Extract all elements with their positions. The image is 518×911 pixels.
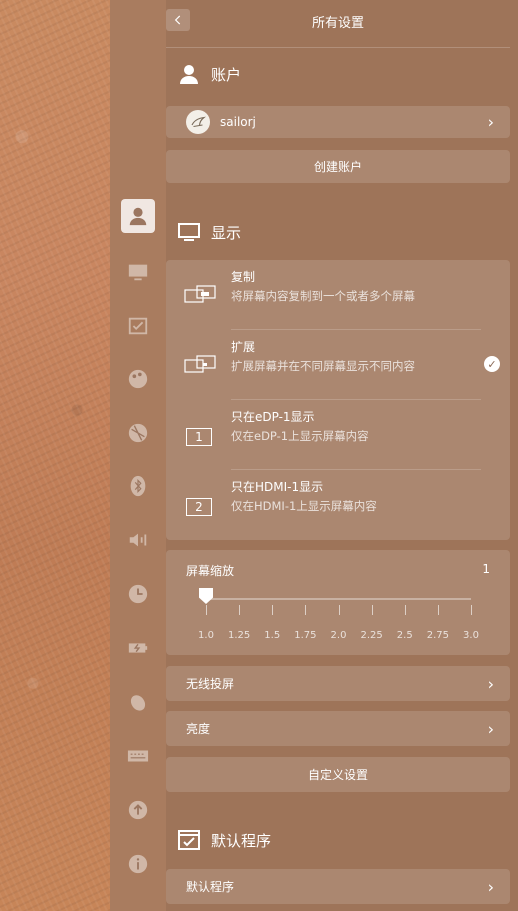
chevron-right-icon: › <box>487 877 494 896</box>
update-icon <box>128 800 148 820</box>
checkmark-icon: ✓ <box>484 356 500 372</box>
mode-title: 扩展 <box>231 340 256 354</box>
sidebar-account-icon[interactable] <box>121 199 155 233</box>
brightness-row[interactable]: 亮度 › <box>166 711 510 746</box>
display-section-icon <box>178 223 200 241</box>
display-icon <box>128 264 148 281</box>
info-icon <box>128 854 148 874</box>
mode-title: 只在HDMI-1显示 <box>231 480 324 494</box>
display-mode-edp1-only[interactable]: 1 只在eDP-1显示 仅在eDP-1上显示屏幕内容 <box>166 400 510 470</box>
sidebar-bluetooth-icon[interactable] <box>121 469 155 503</box>
scale-title: 屏幕缩放 <box>186 564 235 578</box>
header-divider <box>166 47 510 48</box>
sidebar-info-icon[interactable] <box>121 847 155 881</box>
scale-tick-label: 2.5 <box>396 630 413 641</box>
page-title: 所有设置 <box>311 16 364 31</box>
personalization-icon <box>128 369 148 389</box>
avatar-image-icon <box>191 116 207 128</box>
custom-settings-button[interactable]: 自定义设置 <box>166 757 510 792</box>
wallpaper <box>0 0 110 911</box>
extend-screens-icon <box>184 355 216 373</box>
default-apps-icon <box>128 317 148 335</box>
settings-sidebar <box>110 0 166 911</box>
scale-tick-label: 1.5 <box>264 630 281 641</box>
custom-settings-label: 自定义设置 <box>307 768 368 782</box>
mouse-icon <box>130 695 146 711</box>
screen-scale-panel: 屏幕缩放 1 1.0 1.25 1.5 1.75 2.0 2.25 2.5 2.75 3.0 <box>166 550 510 655</box>
power-icon <box>128 643 148 653</box>
account-section-label: 账户 <box>211 65 242 84</box>
default-apps-section-icon <box>178 830 200 850</box>
mirror-screens-icon <box>184 285 216 303</box>
scale-tick <box>471 605 472 615</box>
default-apps-row[interactable]: 默认程序 › <box>166 869 510 904</box>
user-account-row[interactable]: sailorj › <box>166 106 510 138</box>
mode-title: 复制 <box>231 270 256 284</box>
sidebar-mouse-icon[interactable] <box>121 685 155 719</box>
scale-tick-label: 2.0 <box>330 630 347 641</box>
mode-description: 扩展屏幕并在不同屏幕显示不同内容 <box>231 359 415 373</box>
datetime-icon <box>128 584 148 604</box>
scale-tick <box>404 605 406 615</box>
scale-tick-label: 1.25 <box>227 630 251 641</box>
scale-tick <box>437 605 439 615</box>
sidebar-datetime-icon[interactable] <box>121 577 155 611</box>
scale-tick <box>206 605 207 615</box>
scale-tick <box>272 605 274 615</box>
scale-tick <box>305 605 307 615</box>
scale-slider-thumb[interactable] <box>199 588 213 604</box>
sound-icon <box>129 533 147 547</box>
sidebar-power-icon[interactable] <box>121 631 155 665</box>
scale-tick <box>371 605 373 615</box>
mode-description: 仅在HDMI-1上显示屏幕内容 <box>231 499 377 513</box>
mode-description: 将屏幕内容复制到一个或者多个屏幕 <box>231 289 415 303</box>
wireless-projection-label: 无线投屏 <box>186 677 235 691</box>
keyboard-icon <box>127 750 149 762</box>
avatar <box>186 110 210 134</box>
display-section-title: 显示 <box>177 220 241 244</box>
display-mode-mirror[interactable]: 复制 将屏幕内容复制到一个或者多个屏幕 <box>166 260 510 330</box>
display-mode-list: 复制 将屏幕内容复制到一个或者多个屏幕 扩展 扩展屏幕并在不同屏幕显示不同内容 … <box>166 260 510 540</box>
screen-two-icon: 2 <box>186 498 212 516</box>
create-account-button[interactable]: 创建账户 <box>166 150 510 183</box>
scale-tick-label: 2.25 <box>360 630 383 641</box>
account-icon <box>129 207 147 226</box>
brightness-label: 亮度 <box>186 722 211 736</box>
create-account-label: 创建账户 <box>313 160 362 174</box>
scale-tick-label: 2.75 <box>426 630 450 641</box>
sidebar-display-icon[interactable] <box>121 255 155 289</box>
default-apps-section-label: 默认程序 <box>211 831 272 850</box>
display-mode-hdmi1-only[interactable]: 2 只在HDMI-1显示 仅在HDMI-1上显示屏幕内容 <box>166 470 510 540</box>
sidebar-personalization-icon[interactable] <box>121 362 155 396</box>
sidebar-keyboard-icon[interactable] <box>121 739 155 773</box>
bluetooth-icon <box>130 475 146 497</box>
mode-description: 仅在eDP-1上显示屏幕内容 <box>231 429 369 443</box>
display-section-label: 显示 <box>211 223 242 242</box>
wireless-projection-row[interactable]: 无线投屏 › <box>166 666 510 701</box>
chevron-right-icon: › <box>487 112 494 132</box>
scale-tick-label: 3.0 <box>463 630 479 641</box>
default-apps-label: 默认程序 <box>186 880 235 894</box>
mode-title: 只在eDP-1显示 <box>231 410 315 424</box>
chevron-right-icon: › <box>487 674 494 693</box>
chevron-right-icon: › <box>487 719 494 738</box>
default-apps-section-title: 默认程序 <box>177 828 271 852</box>
account-section-icon <box>180 65 198 84</box>
scale-tick <box>239 605 241 615</box>
scale-value: 1 <box>482 562 490 576</box>
display-mode-extend[interactable]: 扩展 扩展屏幕并在不同屏幕显示不同内容 ✓ <box>166 330 510 400</box>
scale-slider-track[interactable] <box>206 598 471 600</box>
network-icon <box>128 423 148 443</box>
sidebar-update-icon[interactable] <box>121 793 155 827</box>
screen-one-icon: 1 <box>186 428 212 446</box>
scale-tick-label: 1.0 <box>198 630 214 641</box>
user-name: sailorj <box>220 115 256 129</box>
account-section-title: 账户 <box>177 62 241 86</box>
sidebar-default-apps-icon[interactable] <box>121 309 155 343</box>
sidebar-network-icon[interactable] <box>121 416 155 450</box>
sidebar-sound-icon[interactable] <box>121 523 155 557</box>
scale-tick-label: 1.75 <box>294 630 317 641</box>
scale-tick <box>338 605 340 615</box>
